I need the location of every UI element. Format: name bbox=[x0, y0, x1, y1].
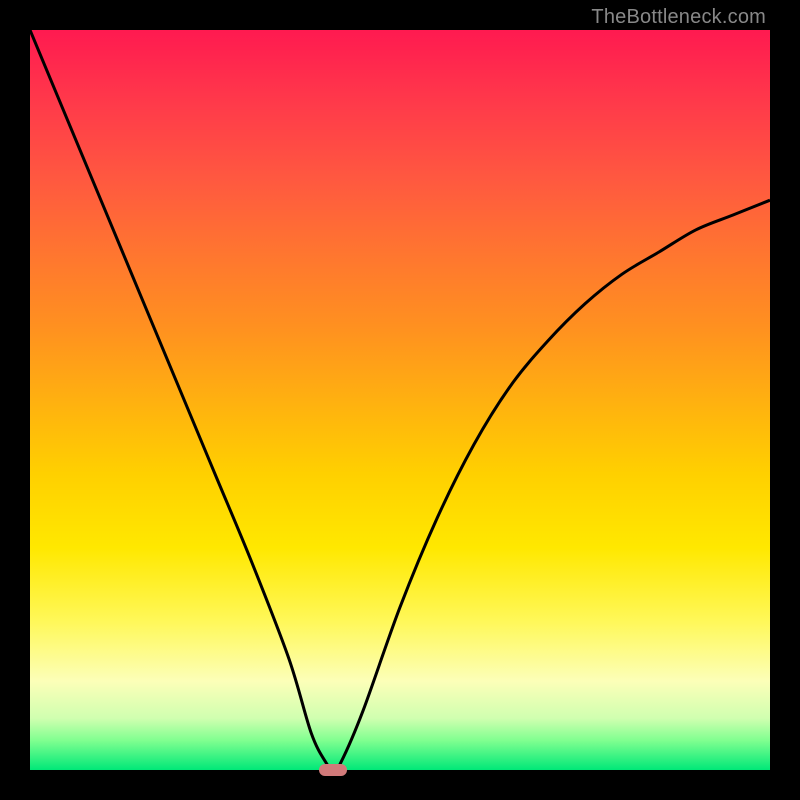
bottleneck-curve bbox=[30, 30, 770, 770]
plot-area bbox=[30, 30, 770, 770]
optimal-marker bbox=[319, 764, 347, 776]
watermark-text: TheBottleneck.com bbox=[591, 6, 766, 29]
chart-container: TheBottleneck.com bbox=[0, 0, 800, 800]
curve-svg bbox=[30, 30, 770, 770]
